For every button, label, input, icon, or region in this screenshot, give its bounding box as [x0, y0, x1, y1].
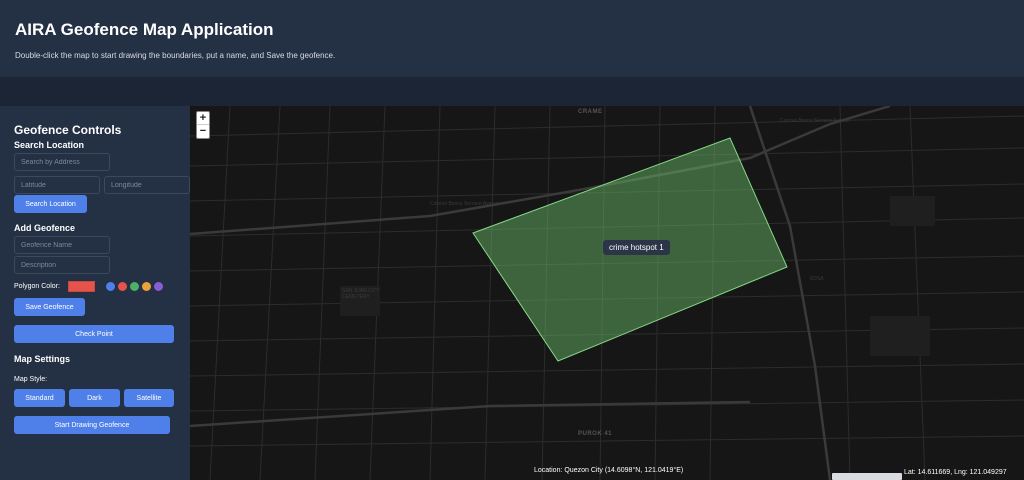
- color-option-blue[interactable]: [106, 282, 115, 291]
- check-point-button[interactable]: Check Point: [14, 325, 174, 343]
- polygon-color-picker[interactable]: [68, 281, 95, 292]
- search-location-heading: Search Location: [14, 140, 85, 150]
- latitude-input[interactable]: [14, 176, 100, 194]
- map-style-dark-button[interactable]: Dark: [69, 389, 120, 407]
- start-drawing-geofence-button[interactable]: Start Drawing Geofence: [14, 416, 170, 434]
- zoom-out-button[interactable]: −: [197, 125, 209, 138]
- geofence-description-input[interactable]: [14, 256, 110, 274]
- address-search-input[interactable]: [14, 153, 110, 171]
- map-attribution[interactable]: [832, 473, 902, 480]
- longitude-input[interactable]: [104, 176, 190, 194]
- cursor-coordinates-text: Lat: 14.611669, Lng: 121.049297: [904, 469, 1007, 476]
- geofence-name-input[interactable]: [14, 236, 110, 254]
- map-style-satellite-button[interactable]: Satellite: [124, 389, 174, 407]
- map-settings-heading: Map Settings: [14, 354, 71, 364]
- add-geofence-heading: Add Geofence: [14, 223, 76, 233]
- color-option-purple[interactable]: [154, 282, 163, 291]
- map-street-label: EDSA: [810, 276, 824, 282]
- map-place-label: PUROK 41: [578, 431, 613, 437]
- page-subtitle: Double-click the map to start drawing th…: [15, 51, 336, 60]
- zoom-in-button[interactable]: +: [197, 112, 209, 125]
- polygon-color-label: Polygon Color:: [14, 283, 60, 290]
- app-header: AIRA Geofence Map Application Double-cli…: [0, 0, 1024, 77]
- color-option-orange[interactable]: [142, 282, 151, 291]
- search-location-button[interactable]: Search Location: [14, 195, 87, 213]
- color-option-green[interactable]: [130, 282, 139, 291]
- geofence-label-tooltip: crime hotspot 1: [603, 240, 670, 255]
- map-place-label: SAN JUAN CITY CEMETERY: [342, 288, 380, 300]
- map-style-label: Map Style:: [14, 376, 48, 383]
- current-location-text: Location: Quezon City (14.6098°N, 121.04…: [534, 467, 684, 474]
- map-place-label: CRAME: [578, 109, 603, 115]
- map-street-label: Colonel Bonny Serrano Avenue: [430, 201, 500, 207]
- map-tiles: [190, 106, 1024, 480]
- controls-title: Geofence Controls: [14, 123, 122, 137]
- save-geofence-button[interactable]: Save Geofence: [14, 298, 85, 316]
- geofence-controls-panel: Geofence Controls Search Location Search…: [0, 106, 190, 480]
- map-street-label: Colonel Bonny Serrano Avenue: [780, 118, 850, 124]
- page-title: AIRA Geofence Map Application: [15, 20, 274, 39]
- map-style-standard-button[interactable]: Standard: [14, 389, 65, 407]
- zoom-control: + −: [196, 111, 210, 139]
- header-spacer: [0, 77, 1024, 106]
- color-option-red[interactable]: [118, 282, 127, 291]
- map-canvas[interactable]: + − CRAME PUROK 41 SAN JUAN CITY CEMETER…: [190, 106, 1024, 480]
